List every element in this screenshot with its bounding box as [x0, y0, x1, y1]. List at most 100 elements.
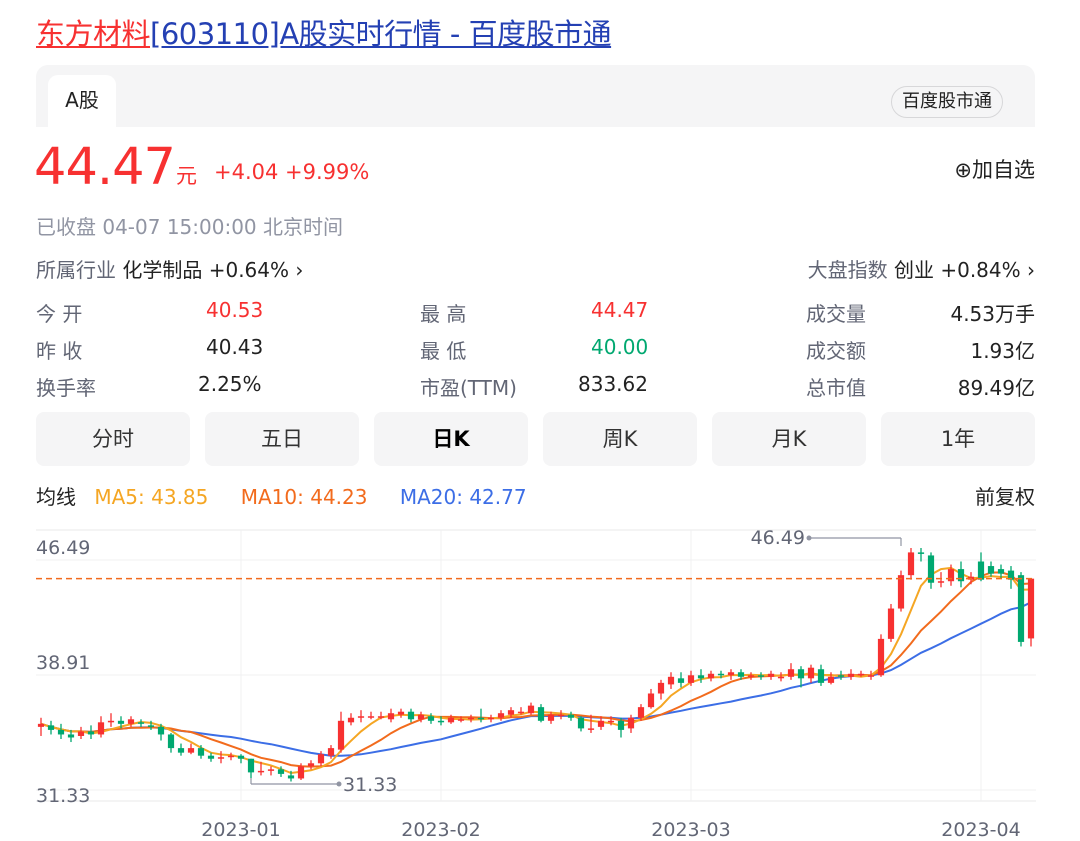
candle-body — [417, 714, 425, 720]
stat-low-value: 40.00 — [591, 335, 649, 359]
candle-body — [597, 720, 605, 727]
candle-body — [517, 711, 525, 714]
candle-body — [547, 714, 555, 721]
high-marker-label: 46.49 — [751, 527, 805, 549]
candle-body — [367, 716, 375, 718]
candle-body — [327, 748, 335, 756]
candle-body — [477, 717, 485, 720]
candle-body — [37, 723, 45, 727]
candle-body — [97, 722, 105, 735]
candlestick-chart[interactable]: 46.49 38.91 31.33 2023-01 2023-02 2023-03 2023… — [0, 520, 1080, 841]
tab-monthly-k[interactable]: 月K — [712, 412, 866, 466]
candle-body — [407, 711, 415, 720]
stock-name-link[interactable]: 东方材料 — [36, 17, 151, 51]
index-label: 大盘指数 — [807, 258, 888, 282]
candle-body — [987, 566, 995, 574]
stock-code-link[interactable]: [603110]A股实时行情 - 百度股市通 — [150, 17, 612, 51]
page-title[interactable]: 东方材料[603110]A股实时行情 - 百度股市通 — [36, 12, 612, 56]
candle-body — [977, 561, 985, 580]
candle-body — [997, 569, 1005, 574]
candle-body — [577, 717, 585, 729]
candle-body — [607, 720, 615, 723]
add-watchlist-button[interactable]: ⊕加自选 — [954, 154, 1035, 184]
candle-body — [707, 673, 715, 679]
candle-body — [877, 638, 885, 676]
candle-body — [797, 669, 805, 679]
candle-body — [207, 755, 215, 759]
candle-body — [837, 675, 845, 677]
stat-turnover-rate-value: 2.25% — [198, 372, 262, 396]
ma20-legend: MA20: 42.77 — [399, 485, 527, 509]
candle-body — [237, 755, 245, 759]
tab-five-day[interactable]: 五日 — [205, 412, 359, 466]
candle-body — [267, 769, 275, 771]
adjust-selector[interactable]: 前复权 — [975, 481, 1035, 510]
tab-daily-k[interactable]: 日K — [374, 412, 528, 466]
stat-prev-close-label: 昨 收 — [36, 339, 83, 363]
candle-body — [277, 769, 285, 774]
candle-body — [337, 720, 345, 750]
stat-prev-close-value: 40.43 — [206, 335, 264, 359]
ma-legend: 均线 MA5: 43.85 MA10: 44.23 MA20: 42.77 — [36, 481, 539, 510]
y-tick-label: 46.49 — [36, 537, 90, 559]
tab-a-share[interactable]: A股 — [48, 75, 116, 127]
stat-turnover-amount-value: 1.93亿 — [970, 339, 1035, 363]
candle-body — [227, 755, 235, 758]
market-tab-bar: A股 百度股市通 — [36, 65, 1035, 127]
tab-weekly-k[interactable]: 周K — [543, 412, 697, 466]
candle-body — [147, 725, 155, 727]
candle-body — [747, 675, 755, 677]
stat-turnover-rate-label: 换手率 — [36, 376, 96, 400]
candle-body — [487, 717, 495, 720]
stat-open-label: 今 开 — [36, 302, 83, 326]
candle-body — [667, 676, 675, 685]
tab-intraday[interactable]: 分时 — [36, 412, 190, 466]
candle-body — [357, 716, 365, 718]
candle-body — [217, 757, 225, 759]
index-link[interactable]: 大盘指数 创业 +0.84% › — [808, 254, 1035, 283]
candle-body — [1027, 578, 1035, 639]
stat-high-label: 最 高 — [420, 302, 467, 326]
candle-body — [907, 552, 915, 576]
candle-body — [587, 728, 595, 730]
candle-body — [687, 675, 695, 683]
candle-body — [787, 669, 795, 677]
candle-body — [167, 734, 175, 749]
index-value: 创业 +0.84% › — [893, 258, 1035, 282]
x-tick-label: 2023-01 — [201, 819, 280, 841]
candle-body — [717, 673, 725, 676]
candle-body — [107, 720, 115, 723]
candle-body — [527, 705, 535, 714]
candle-body — [157, 726, 165, 735]
candle-body — [347, 717, 355, 723]
source-badge[interactable]: 百度股市通 — [891, 86, 1003, 118]
industry-value: 化学制品 +0.64% › — [122, 258, 304, 282]
candle-body — [647, 693, 655, 708]
candle-body — [317, 754, 325, 764]
x-tick-label: 2023-04 — [941, 819, 1020, 841]
industry-link[interactable]: 所属行业 化学制品 +0.64% › — [36, 254, 303, 283]
candle-body — [817, 669, 825, 683]
candle-body — [297, 766, 305, 779]
candle-body — [947, 569, 955, 582]
tab-one-year[interactable]: 1年 — [881, 412, 1035, 466]
price-unit: 元 — [176, 164, 197, 188]
candle-body — [727, 672, 735, 676]
stat-high-value: 44.47 — [591, 298, 649, 322]
candle-body — [737, 672, 745, 677]
candle-body — [47, 725, 55, 730]
candle-body — [497, 713, 505, 718]
candle-body — [637, 707, 645, 718]
candle-body — [677, 678, 685, 683]
low-marker-label: 31.33 — [343, 774, 397, 796]
candle-body — [177, 748, 185, 753]
change-percent: +9.99% — [285, 160, 370, 184]
candle-body — [437, 720, 445, 723]
candle-body — [247, 758, 255, 773]
stat-market-cap-label: 总市值 — [806, 376, 866, 400]
candle-body — [117, 720, 125, 724]
candle-body — [1017, 575, 1025, 642]
candle-body — [127, 719, 135, 724]
candle-body — [807, 667, 815, 679]
y-tick-label: 38.91 — [36, 652, 90, 674]
